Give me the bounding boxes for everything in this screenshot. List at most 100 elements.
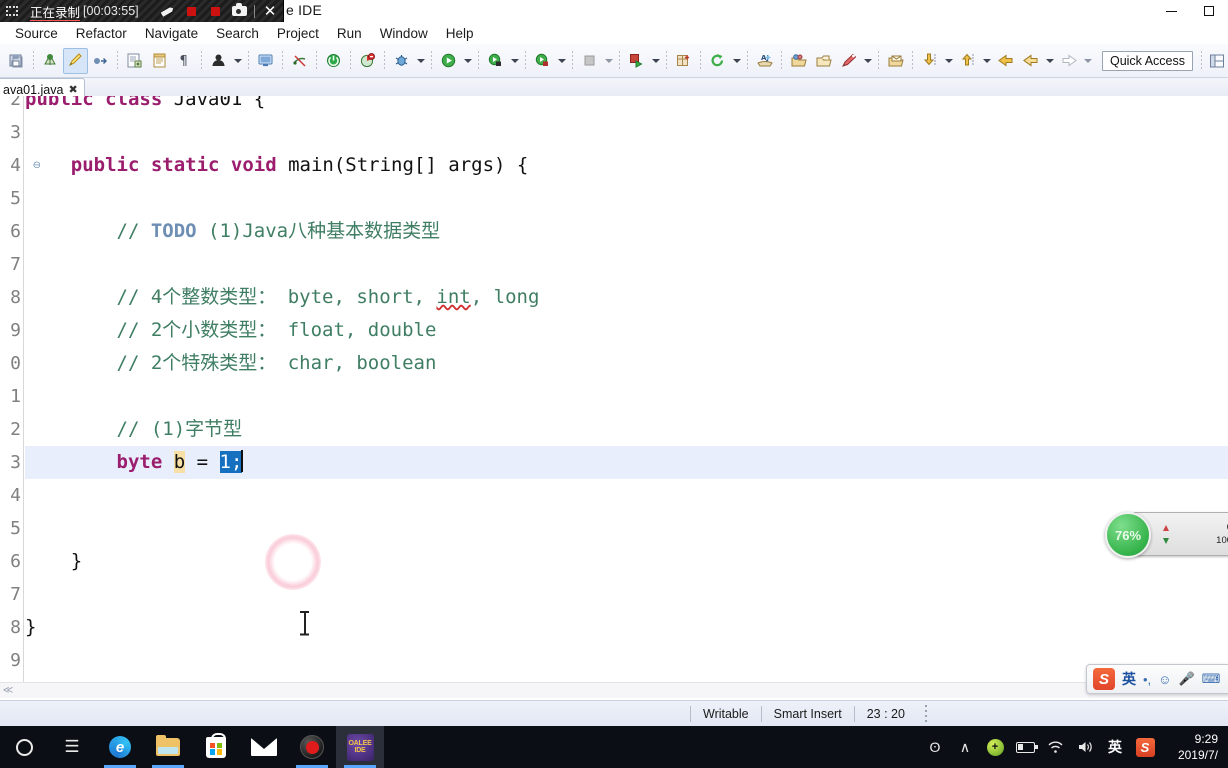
close-icon[interactable]: ✖ (68, 83, 77, 96)
skip-breakpoints-icon[interactable] (287, 48, 312, 74)
microsoft-store-button[interactable] (192, 726, 240, 768)
camera-icon[interactable] (228, 1, 250, 21)
code-line[interactable] (25, 116, 1228, 149)
code-line[interactable]: // (1)字节型 (25, 413, 1228, 446)
sogou-ime-bar[interactable]: S 英 •, ☺ 🎤 ⌨ (1086, 664, 1228, 694)
forward-dropdown-arrow[interactable] (1043, 48, 1056, 74)
debug-dropdown-arrow[interactable] (414, 48, 427, 74)
new-java-package-icon[interactable] (38, 48, 63, 74)
run-history-dropdown-arrow[interactable] (508, 48, 521, 74)
wifi-icon[interactable] (1040, 726, 1070, 768)
show-whitespace-icon[interactable]: ¶ (172, 48, 197, 74)
run-external-tools-icon[interactable] (530, 48, 555, 74)
open-task-repo-dropdown-arrow[interactable] (861, 48, 874, 74)
open-type-icon[interactable] (786, 48, 811, 74)
editor-horizontal-scrollbar[interactable]: ≪ (0, 682, 1228, 698)
close-icon[interactable]: ✕ (259, 1, 281, 21)
run-dropdown-arrow[interactable] (461, 48, 474, 74)
user-profile-dropdown-arrow[interactable] (231, 48, 244, 74)
run-external-dropdown-arrow[interactable] (555, 48, 568, 74)
file-explorer-button[interactable] (144, 726, 192, 768)
keyboard-icon[interactable]: ⌨ (1202, 671, 1221, 687)
code-line[interactable]: // TODO (1)Java八种基本数据类型 (25, 215, 1228, 248)
menu-item-project[interactable]: Project (268, 24, 328, 43)
next-annotation-dropdown-arrow[interactable] (942, 48, 955, 74)
open-perspective-icon[interactable] (1206, 49, 1228, 73)
menu-item-refactor[interactable]: Refactor (67, 24, 136, 43)
export-icon[interactable] (88, 48, 113, 74)
menu-item-search[interactable]: Search (207, 24, 268, 43)
code-line[interactable] (25, 380, 1228, 413)
scroll-left-icon[interactable]: ≪ (0, 685, 16, 696)
previous-annotation-icon[interactable] (955, 48, 980, 74)
stop-icon[interactable] (577, 48, 602, 74)
code-line[interactable] (25, 512, 1228, 545)
maximize-button[interactable] (1190, 0, 1228, 22)
menu-item-source[interactable]: Source (6, 24, 67, 43)
run-icon[interactable] (436, 48, 461, 74)
open-mail-icon[interactable] (883, 48, 908, 74)
ime-language-icon[interactable]: 英 (1100, 726, 1130, 768)
pencil-icon[interactable] (156, 1, 178, 21)
run-last-dropdown-arrow[interactable] (649, 48, 662, 74)
task-view-button[interactable]: ☰ (48, 726, 96, 768)
network-speed-widget[interactable]: 76% 0K/ 100K/ (1105, 512, 1228, 558)
annotate-highlight-icon[interactable] (63, 47, 88, 74)
refresh-dropdown-arrow[interactable] (730, 48, 743, 74)
smiley-icon[interactable]: ☺ (1158, 672, 1171, 687)
menu-item-window[interactable]: Window (371, 24, 437, 43)
capture-region-icon[interactable] (0, 6, 24, 16)
taskbar-clock[interactable]: 9:29 2019/7/ (1160, 731, 1224, 763)
code-line[interactable]: // 2个小数类型： float, double (25, 314, 1228, 347)
refresh-icon[interactable] (705, 48, 730, 74)
code-line[interactable] (25, 578, 1228, 611)
coverage-icon[interactable] (355, 48, 380, 74)
open-task-repo-icon[interactable] (836, 48, 861, 74)
open-resource-icon[interactable] (811, 48, 836, 74)
debug-icon[interactable] (389, 48, 414, 74)
microphone-icon[interactable]: 🎤 (1178, 671, 1194, 687)
mail-button[interactable] (240, 726, 288, 768)
previous-annotation-dropdown-arrow[interactable] (980, 48, 993, 74)
code-content[interactable]: public class Java01 { public static void… (25, 96, 1228, 682)
next-annotation-icon[interactable] (917, 48, 942, 74)
forward-icon[interactable] (1018, 48, 1043, 74)
next-edit-dropdown-arrow[interactable] (1081, 48, 1094, 74)
code-line[interactable]: byte b = 1; (25, 446, 1228, 479)
code-line[interactable] (25, 182, 1228, 215)
updater-icon[interactable]: + (980, 726, 1010, 768)
volume-icon[interactable] (1070, 726, 1100, 768)
back-icon[interactable] (993, 48, 1018, 74)
show-hidden-icons-chevron-icon[interactable]: ∧ (950, 726, 980, 768)
people-icon[interactable]: ʘ (920, 726, 950, 768)
open-task-icon[interactable] (147, 48, 172, 74)
next-edit-icon[interactable] (1056, 48, 1081, 74)
console-icon[interactable] (253, 48, 278, 74)
code-line[interactable]: } (25, 611, 1228, 644)
menu-item-navigate[interactable]: Navigate (136, 24, 207, 43)
java-search-icon[interactable]: AJ (752, 48, 777, 74)
screen-recorder-button[interactable] (288, 726, 336, 768)
code-line[interactable] (25, 479, 1228, 512)
sogou-tray-icon[interactable]: S (1130, 726, 1160, 768)
battery-icon[interactable] (1010, 726, 1040, 768)
stop-red-icon[interactable] (180, 1, 202, 21)
ime-mode-label[interactable]: 英 (1122, 669, 1136, 689)
code-line[interactable]: // 4个整数类型： byte, short, int, long (25, 281, 1228, 314)
new-wizard-icon[interactable] (671, 48, 696, 74)
pause-red-icon[interactable] (204, 1, 226, 21)
code-line[interactable]: public class Java01 { (25, 96, 1228, 116)
code-line[interactable]: public static void main(String[] args) { (25, 149, 1228, 182)
quick-access-field[interactable]: Quick Access (1101, 50, 1193, 71)
stop-dropdown-arrow[interactable] (602, 48, 615, 74)
new-java-class-icon[interactable] (122, 48, 147, 74)
terminate-icon[interactable] (321, 48, 346, 74)
menu-item-run[interactable]: Run (328, 24, 371, 43)
user-profile-icon[interactable] (206, 48, 231, 74)
start-button[interactable] (0, 726, 48, 768)
ide-button[interactable]: OALEE IDE (336, 726, 384, 768)
code-line[interactable]: // 2个特殊类型： char, boolean (25, 347, 1228, 380)
run-history-icon[interactable] (483, 48, 508, 74)
memory-usage-gauge[interactable]: 76% (1105, 512, 1151, 558)
code-editor[interactable]: 2 3 4 ⊖ 5 6 7 8 9 0 1 2 3 4 5 6 7 8 9 public class Java01 … (0, 96, 1228, 682)
